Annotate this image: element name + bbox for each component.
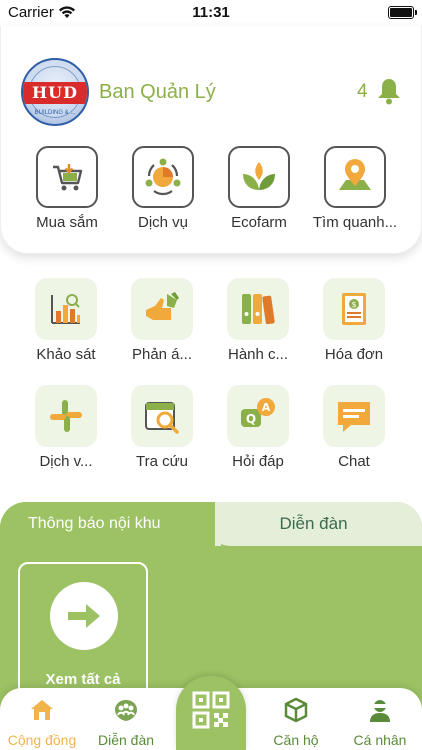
leaf-icon xyxy=(228,146,290,208)
home-icon xyxy=(31,700,53,720)
chat-icon xyxy=(323,385,385,447)
slack-icon xyxy=(35,385,97,447)
arrow-right-icon xyxy=(50,582,118,650)
nav-community[interactable]: Cộng đồng xyxy=(0,696,84,748)
feature-survey[interactable]: Khảo sát xyxy=(16,278,116,363)
feedback-hand-icon xyxy=(131,278,193,340)
feature-feedback[interactable]: Phản á... xyxy=(112,278,212,363)
status-bar: Carrier 11:31 xyxy=(0,0,422,26)
calendar-search-icon xyxy=(131,385,193,447)
apartment-cube-icon xyxy=(284,697,308,723)
tab-forum[interactable]: Diễn đàn xyxy=(205,502,422,546)
map-pin-icon xyxy=(324,146,386,208)
nav-apartment[interactable]: Căn hộ xyxy=(254,696,338,748)
feature-chat[interactable]: Chat xyxy=(304,385,404,470)
org-name[interactable]: Ban Quản Lý xyxy=(99,81,216,104)
clock: 11:31 xyxy=(192,4,230,21)
feature-lookup[interactable]: Tra cứu xyxy=(112,385,212,470)
menu-item-shopping[interactable]: Mua sắm xyxy=(17,146,117,231)
survey-chart-icon xyxy=(35,278,97,340)
menu-item-services[interactable]: Dịch vụ xyxy=(113,146,213,231)
invoice-icon: $ xyxy=(323,278,385,340)
svg-text:Q: Q xyxy=(246,412,256,426)
feature-invoice[interactable]: $ Hóa đơn xyxy=(304,278,404,363)
binders-icon xyxy=(227,278,289,340)
feature-service-2[interactable]: Dịch v... xyxy=(16,385,116,470)
svg-text:$: $ xyxy=(351,300,356,309)
qr-scan-button[interactable] xyxy=(176,676,246,750)
group-icon xyxy=(115,700,137,721)
person-icon xyxy=(370,700,390,722)
notification-count: 4 xyxy=(357,81,368,102)
header-card: HUD BUILDING & ... Ban Quản Lý 4 Mua sắm… xyxy=(0,26,422,254)
bell-icon[interactable] xyxy=(374,76,404,111)
tab-announcements[interactable]: Thông báo nội khu xyxy=(0,502,215,546)
svg-text:A: A xyxy=(262,401,271,414)
feature-admin[interactable]: Hành c... xyxy=(208,278,308,363)
menu-item-ecofarm[interactable]: Ecofarm xyxy=(209,146,309,231)
qr-code-icon xyxy=(192,691,230,729)
menu-item-nearby[interactable]: Tìm quanh... xyxy=(305,146,405,231)
battery-icon xyxy=(388,6,417,19)
org-logo: HUD BUILDING & ... xyxy=(21,58,89,126)
nav-forum[interactable]: Diễn đàn xyxy=(84,696,168,748)
nav-profile[interactable]: Cá nhân xyxy=(338,696,422,748)
service-icon xyxy=(132,146,194,208)
qa-bubble-icon: QA xyxy=(227,385,289,447)
feature-qa[interactable]: QA Hỏi đáp xyxy=(208,385,308,470)
shopping-cart-icon xyxy=(36,146,98,208)
